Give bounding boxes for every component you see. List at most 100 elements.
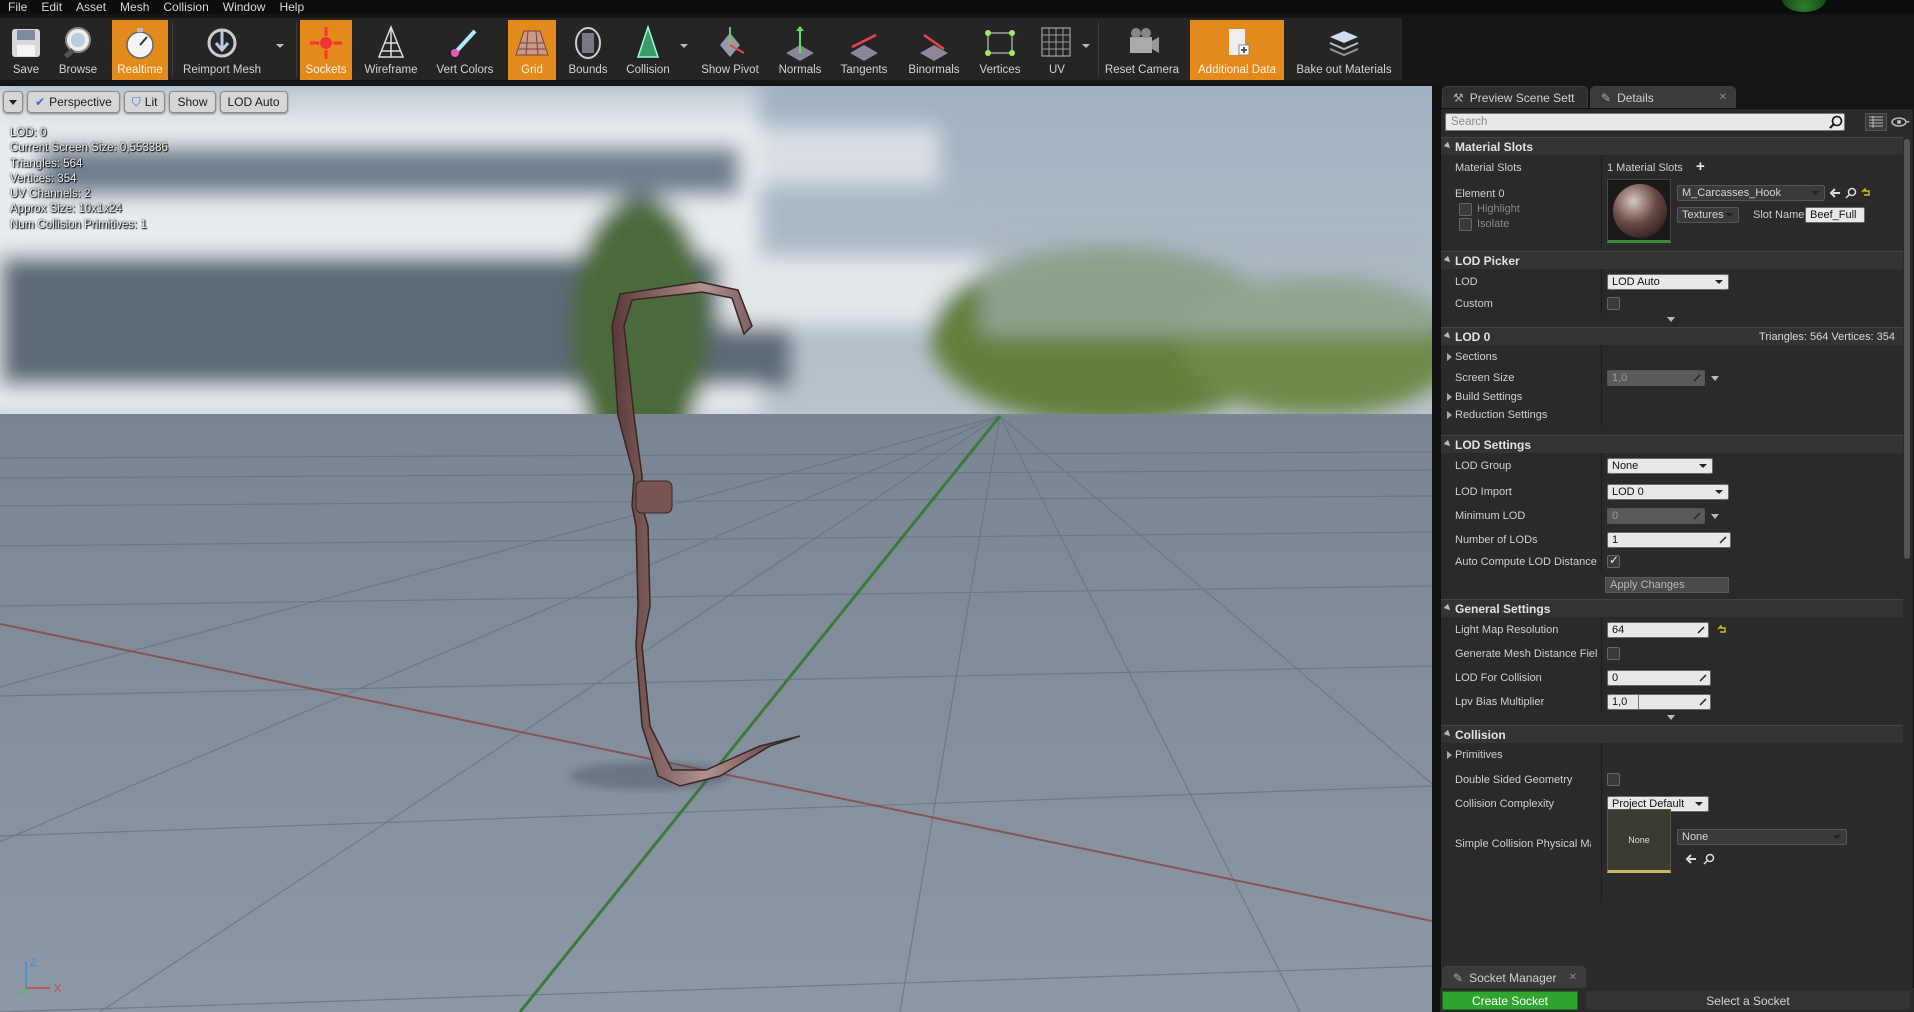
lod-for-collision-input[interactable]: 0 (1607, 670, 1711, 686)
material-selector[interactable]: M_Carcasses_Hook (1677, 185, 1825, 201)
section-lod-settings[interactable]: LOD Settings (1441, 435, 1903, 453)
viewport-options-button[interactable] (3, 91, 23, 113)
menu-window[interactable]: Window (216, 0, 273, 14)
chevron-down-icon (9, 99, 17, 105)
vertices-button[interactable]: Vertices (974, 20, 1026, 80)
lod-import-dropdown[interactable]: LOD 0 (1607, 484, 1729, 500)
physical-material-selector[interactable]: None (1677, 829, 1847, 845)
save-button[interactable]: Save (2, 20, 50, 80)
menu-edit[interactable]: Edit (34, 0, 69, 14)
section-lod-picker[interactable]: LOD Picker (1441, 251, 1903, 269)
browse-button[interactable]: Browse (54, 20, 102, 80)
additional-data-toggle[interactable]: Additional Data (1190, 20, 1284, 80)
row-reduction-settings[interactable]: Reduction Settings (1441, 407, 1903, 423)
menu-mesh[interactable]: Mesh (113, 0, 156, 14)
eye-icon[interactable] (1891, 114, 1911, 130)
expand-arrow-icon (1447, 411, 1452, 419)
minimum-lod-dropdown-icon[interactable] (1711, 514, 1719, 519)
perspective-button[interactable]: ✔ Perspective (27, 91, 120, 113)
number-of-lods-input[interactable]: 1 (1607, 532, 1731, 548)
menu-asset[interactable]: Asset (69, 0, 113, 14)
tab-details[interactable]: ✎ Details ✕ (1590, 86, 1736, 108)
menu-help[interactable]: Help (272, 0, 311, 14)
wireframe-label: Wireframe (364, 64, 418, 76)
use-selected-arrow-icon[interactable] (1685, 853, 1697, 865)
add-icon[interactable]: + (1696, 158, 1705, 175)
row-sections[interactable]: Sections (1441, 349, 1903, 365)
section-lod-0[interactable]: LOD 0 Triangles: 564 Vertices: 354 (1441, 327, 1903, 345)
section-general-settings[interactable]: General Settings (1441, 599, 1903, 617)
tab-preview-scene-settings[interactable]: ⚒ Preview Scene Sett (1442, 86, 1588, 108)
use-selected-arrow-icon[interactable] (1829, 187, 1841, 199)
reset-to-default-icon[interactable] (1717, 625, 1726, 634)
show-advanced-icon[interactable] (1667, 715, 1675, 720)
menu-collision[interactable]: Collision (156, 0, 215, 14)
screen-size-dropdown-icon[interactable] (1711, 376, 1719, 381)
search-icon[interactable] (1829, 115, 1843, 129)
show-advanced-icon[interactable] (1667, 317, 1675, 322)
custom-checkbox[interactable] (1607, 297, 1620, 310)
reimport-mesh-button[interactable]: Reimport Mesh (178, 20, 284, 80)
lod-dropdown[interactable]: LOD Auto (1607, 274, 1729, 290)
isolate-label: Isolate (1477, 218, 1510, 230)
textures-dropdown[interactable]: Textures (1677, 207, 1739, 223)
lod-group-dropdown[interactable]: None (1607, 458, 1713, 474)
tab-socket-manager[interactable]: ✎ Socket Manager ✕ (1442, 966, 1586, 988)
perspective-icon: ✔ (35, 95, 46, 109)
section-collision[interactable]: Collision (1441, 725, 1903, 743)
collision-button[interactable]: Collision (620, 20, 688, 80)
double-sided-geometry-checkbox[interactable] (1607, 773, 1620, 786)
material-thumbnail[interactable] (1607, 179, 1671, 243)
browse-asset-icon[interactable] (1703, 853, 1715, 865)
expand-arrow-icon (1443, 331, 1453, 341)
apply-changes-button[interactable]: Apply Changes (1605, 577, 1729, 593)
lod-auto-button[interactable]: LOD Auto (219, 91, 288, 113)
highlight-checkbox[interactable] (1459, 203, 1472, 216)
normals-button[interactable]: Normals (774, 20, 826, 80)
wireframe-button[interactable]: Wireframe (360, 20, 422, 80)
screen-size-input[interactable]: 1,0 (1607, 370, 1705, 386)
section-material-slots[interactable]: Material Slots (1441, 137, 1903, 155)
row-build-settings[interactable]: Build Settings (1441, 389, 1903, 405)
close-icon[interactable]: ✕ (1569, 972, 1577, 983)
uv-dropdown-icon[interactable] (1082, 44, 1090, 48)
light-map-resolution-input[interactable]: 64 (1607, 622, 1709, 638)
lit-button[interactable]: ⛉ Lit (123, 91, 166, 113)
grid-toggle[interactable]: Grid (508, 20, 556, 80)
bake-out-materials-button[interactable]: Bake out Materials (1290, 20, 1398, 80)
reset-camera-button[interactable]: Reset Camera (1102, 20, 1182, 80)
browse-asset-icon[interactable] (1845, 187, 1857, 199)
slot-name-input[interactable]: Beef_Full (1805, 207, 1865, 223)
viewport[interactable]: ✔ Perspective ⛉ Lit Show LOD Auto LOD: 0 C… (0, 86, 1432, 1012)
create-socket-button[interactable]: Create Socket (1442, 991, 1578, 1010)
collision-dropdown-icon[interactable] (680, 44, 688, 48)
uv-button[interactable]: UV (1034, 20, 1090, 80)
search-input[interactable]: Search (1445, 113, 1845, 131)
menu-file[interactable]: File (0, 0, 34, 14)
minimum-lod-input[interactable]: 0 (1607, 508, 1705, 524)
realtime-toggle[interactable]: Realtime (112, 20, 168, 80)
show-pivot-button[interactable]: Show Pivot (694, 20, 766, 80)
bounds-button[interactable]: Bounds (562, 20, 614, 80)
panel-splitter[interactable] (1432, 86, 1440, 1012)
row-primitives[interactable]: Primitives (1441, 747, 1903, 763)
close-icon[interactable]: ✕ (1719, 92, 1727, 103)
binormals-button[interactable]: Binormals (902, 20, 966, 80)
physical-material-thumbnail[interactable]: None (1607, 809, 1671, 873)
source-control-status-icon[interactable] (1782, 0, 1826, 12)
details-scrollbar[interactable] (1904, 139, 1910, 559)
tangents-button[interactable]: Tangents (834, 20, 894, 80)
vertices-label: Vertices (979, 64, 1021, 76)
vert-colors-button[interactable]: Vert Colors (432, 20, 498, 80)
auto-compute-lod-checkbox[interactable] (1607, 553, 1620, 568)
vertices-icon (985, 30, 1015, 56)
sockets-toggle[interactable]: Sockets (300, 20, 352, 80)
show-button[interactable]: Show (169, 91, 216, 113)
reimport-dropdown-icon[interactable] (276, 44, 284, 48)
property-matrix-icon[interactable] (1865, 113, 1887, 131)
reset-to-default-icon[interactable] (1861, 188, 1870, 197)
gizmo-z-label: Z (30, 957, 37, 969)
lpv-bias-multiplier-slider[interactable]: 1,0 (1607, 694, 1711, 710)
generate-mesh-distance-field-checkbox[interactable] (1607, 647, 1620, 660)
isolate-checkbox[interactable] (1459, 218, 1472, 231)
